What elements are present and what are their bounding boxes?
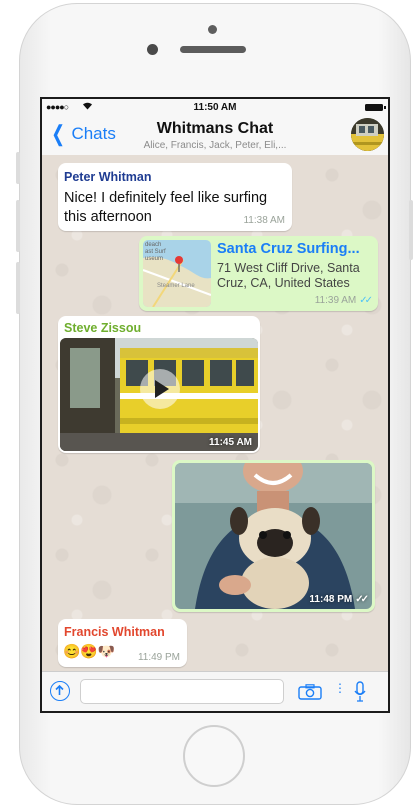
video-message[interactable]: Steve Zissou 11:45 AM xyxy=(58,316,260,453)
status-bar: ●●●●○ 11:50 AM xyxy=(42,99,388,116)
photo-message[interactable]: 11:48 PM ✓✓ xyxy=(172,460,375,612)
chat-title[interactable]: Whitmans Chat xyxy=(102,120,328,138)
mute-switch xyxy=(16,152,20,184)
status-time: 11:50 AM xyxy=(193,102,237,113)
message-sender: Peter Whitman xyxy=(64,170,152,184)
message-time-row: 11:39 AM ✓✓ xyxy=(314,295,373,306)
chevron-left-icon: ❮ xyxy=(51,121,66,146)
message-emoji: 😊😍🐶 xyxy=(63,643,116,659)
earpiece-speaker xyxy=(180,46,246,53)
message-time: 11:45 AM xyxy=(209,437,252,448)
chat-header: ❮ Chats Whitmans Chat Alice, Francis, Ja… xyxy=(42,116,388,156)
message-input-bar: ⋮ xyxy=(42,671,388,711)
map-label: Steamer Lane xyxy=(157,283,195,289)
chat-participants[interactable]: Alice, Francis, Jack, Peter, Eli,... xyxy=(112,140,318,151)
camera-icon xyxy=(298,684,322,700)
map-label: deach xyxy=(145,242,161,248)
front-camera xyxy=(147,44,158,55)
location-message[interactable]: deach ast Surf useum Steamer Lane Santa … xyxy=(139,236,378,311)
message-time: 11:38 AM xyxy=(243,215,285,226)
group-avatar[interactable] xyxy=(351,118,384,151)
location-map-thumbnail[interactable]: deach ast Surf useum Steamer Lane xyxy=(143,240,211,307)
photo-thumbnail[interactable]: 11:48 PM ✓✓ xyxy=(175,463,372,609)
play-icon xyxy=(155,380,169,398)
microphone-button[interactable] xyxy=(354,680,366,704)
message-time: 11:39 AM xyxy=(314,295,357,306)
screen: ●●●●○ 11:50 AM ❮ Chats Whitmans Chat Ali… xyxy=(40,97,390,713)
camera-button[interactable] xyxy=(298,684,322,700)
delivered-ticks-icon: ✓✓ xyxy=(355,594,369,605)
attach-button[interactable] xyxy=(50,681,70,701)
message-time-row: 11:48 PM ✓✓ xyxy=(309,594,369,605)
message-sender: Francis Whitman xyxy=(64,625,165,639)
battery-icon xyxy=(365,104,386,111)
map-label: useum xyxy=(145,256,163,262)
video-thumbnail[interactable]: 11:45 AM xyxy=(60,338,258,451)
message-time: 11:48 PM xyxy=(309,594,353,605)
message-time: 11:49 PM xyxy=(137,652,180,663)
read-ticks-icon: ✓✓ xyxy=(359,295,373,306)
map-label: ast Surf xyxy=(145,249,166,255)
message-bubble-incoming[interactable]: Peter Whitman Nice! I definitely feel li… xyxy=(58,163,292,231)
volume-up-button xyxy=(16,200,20,252)
proximity-sensor xyxy=(208,25,217,34)
separator-dots: ⋮ xyxy=(334,681,346,695)
microphone-icon xyxy=(354,681,366,702)
location-address: 71 West Cliff Drive, Santa Cruz, CA, Uni… xyxy=(217,261,360,290)
volume-down-button xyxy=(16,262,20,314)
home-button[interactable] xyxy=(183,725,245,787)
upload-arrow-icon xyxy=(55,684,64,695)
message-sender: Steve Zissou xyxy=(64,321,142,335)
message-input[interactable] xyxy=(80,679,284,704)
play-button[interactable] xyxy=(140,369,180,409)
power-button xyxy=(409,200,413,260)
message-bubble-incoming[interactable]: Francis Whitman 😊😍🐶 11:49 PM xyxy=(58,619,187,667)
location-title[interactable]: Santa Cruz Surfing... xyxy=(217,241,360,257)
